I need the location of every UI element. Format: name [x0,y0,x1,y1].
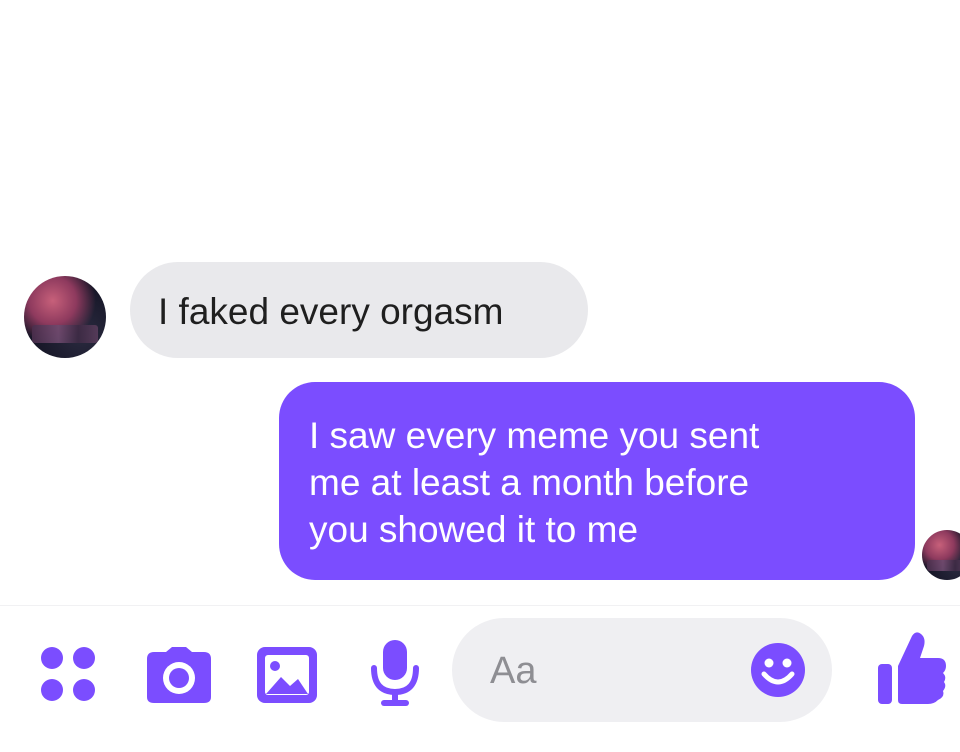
received-message-bubble[interactable]: I faked every orgasm [130,262,588,358]
seen-receipt-avatar [922,530,960,580]
microphone-icon[interactable] [368,638,422,708]
sent-message-line: I saw every meme you sent [309,415,760,456]
four-dots-icon[interactable] [40,646,96,702]
message-composer: Aa [0,605,960,752]
conversation-thread: I faked every orgasm I saw every meme yo… [0,0,960,600]
message-input[interactable]: Aa [452,618,832,722]
sent-message-line: you showed it to me [309,509,639,550]
sent-message-line: me at least a month before [309,462,750,503]
sent-message-bubble[interactable]: I saw every meme you sent me at least a … [279,382,915,580]
contact-avatar[interactable] [24,276,106,358]
message-input-placeholder: Aa [490,650,537,692]
camera-icon[interactable] [146,646,212,704]
thumbs-up-icon[interactable] [876,630,948,706]
image-icon[interactable] [256,646,318,704]
smiley-icon[interactable] [750,642,806,698]
received-message-text: I faked every orgasm [158,291,504,332]
